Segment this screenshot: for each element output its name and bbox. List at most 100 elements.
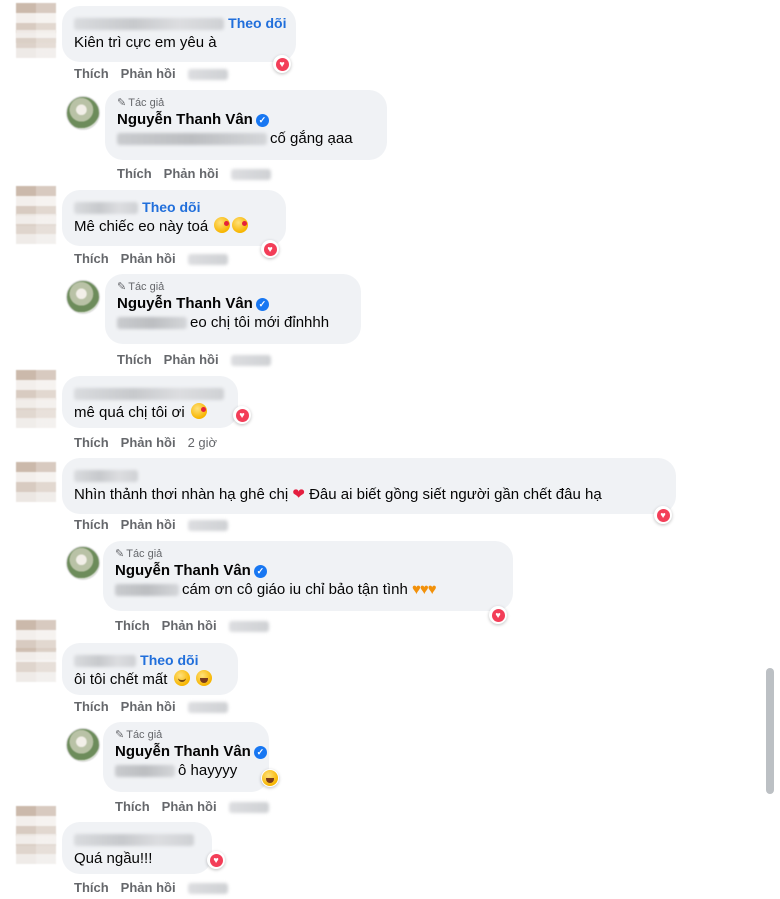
blurred-text xyxy=(117,317,187,330)
comment-actions: Thích Phản hồi xyxy=(74,880,240,895)
comment-bubble: Theo dõi Kiên trì cực em yêu à xyxy=(62,6,296,62)
comment-bubble: Theo dõi Mê chiếc eo này toá xyxy=(62,190,286,246)
avatar[interactable] xyxy=(16,398,56,428)
author-tag: Tác giả xyxy=(126,548,163,560)
orange-heart-emoji-icon: ♥♥♥ xyxy=(411,581,437,598)
avatar[interactable] xyxy=(16,30,56,58)
heart-reaction-icon[interactable]: ♥ xyxy=(233,406,251,424)
reply-button[interactable]: Phản hồi xyxy=(121,251,176,266)
reply-button[interactable]: Phản hồi xyxy=(121,517,176,532)
heart-reaction-icon[interactable]: ♥ xyxy=(273,55,291,73)
avatar[interactable] xyxy=(16,834,56,864)
blurred-name xyxy=(74,834,194,847)
comment-text: Nhìn thảnh thơi nhàn hạ ghê chị xyxy=(74,486,289,503)
pencil-icon: ✎ xyxy=(115,729,125,741)
follow-link[interactable]: Theo dõi xyxy=(142,199,200,215)
timestamp xyxy=(230,169,271,181)
like-button[interactable]: Thích xyxy=(115,799,150,814)
reply-button[interactable]: Phản hồi xyxy=(121,435,176,450)
comment-bubble: mê quá chị tôi ơi xyxy=(62,376,238,428)
follow-link[interactable]: Theo dõi xyxy=(228,15,286,31)
blurred-name xyxy=(74,470,138,483)
reply-button[interactable]: Phản hồi xyxy=(164,166,219,181)
reply-button[interactable]: Phản hồi xyxy=(164,352,219,367)
author-avatar[interactable] xyxy=(66,280,100,314)
verified-badge-icon: ✓ xyxy=(253,746,267,759)
author-name[interactable]: Nguyễn Thanh Vân xyxy=(115,743,251,760)
blurred-name xyxy=(74,388,224,401)
blurred-text xyxy=(117,133,267,146)
comment-actions: Thích Phản hồi xyxy=(115,618,281,633)
blurred-name xyxy=(74,18,224,31)
reply-button[interactable]: Phản hồi xyxy=(121,66,176,81)
comment-text: eo chị tôi mới đỉnhhh xyxy=(190,314,330,331)
verified-badge-icon: ✓ xyxy=(253,565,267,578)
comment-text: mê quá chị tôi ơi xyxy=(74,404,185,421)
laugh-emoji-icon xyxy=(262,770,278,786)
timestamp xyxy=(228,802,269,814)
heart-reaction-icon[interactable]: ♥ xyxy=(489,606,507,624)
like-button[interactable]: Thích xyxy=(74,435,109,450)
kiss-emoji-icon xyxy=(214,217,231,233)
comment-bubble: Theo dõi ôi tôi chết mất xyxy=(62,643,238,695)
reply-button[interactable]: Phản hồi xyxy=(121,699,176,714)
comment-text: Kiên trì cực em yêu à xyxy=(74,34,217,51)
reply-bubble: ✎ Tác giả Nguyễn Thanh Vân ✓ cám ơn cô giá… xyxy=(103,541,513,611)
laugh-emoji-icon xyxy=(195,670,212,686)
like-button[interactable]: Thích xyxy=(74,517,109,532)
timestamp xyxy=(187,883,228,895)
like-button[interactable]: Thích xyxy=(74,66,109,81)
comment-bubble: Quá ngầu!!! xyxy=(62,822,212,874)
reply-bubble: ✎ Tác giả Nguyễn Thanh Vân ✓ cố gắng ạaa xyxy=(105,90,387,160)
author-name[interactable]: Nguyễn Thanh Vân xyxy=(115,562,251,579)
heart-reaction-icon[interactable]: ♥ xyxy=(654,506,672,524)
timestamp xyxy=(187,702,228,714)
reply-bubble: ✎ Tác giả Nguyễn Thanh Vân ✓ ô hayyyy xyxy=(103,722,269,792)
heart-reaction-icon[interactable]: ♥ xyxy=(207,851,225,869)
like-button[interactable]: Thích xyxy=(74,699,109,714)
follow-link[interactable]: Theo dõi xyxy=(140,652,198,668)
timestamp xyxy=(187,254,228,266)
author-avatar[interactable] xyxy=(66,546,100,580)
kiss-emoji-icon xyxy=(190,403,207,419)
author-name[interactable]: Nguyễn Thanh Vân xyxy=(117,295,253,312)
heart-reaction-icon[interactable]: ♥ xyxy=(261,240,279,258)
like-button[interactable]: Thích xyxy=(74,251,109,266)
timestamp xyxy=(230,355,271,367)
avatar[interactable] xyxy=(16,648,56,682)
comment-actions: Thích Phản hồi xyxy=(74,66,240,81)
like-button[interactable]: Thích xyxy=(117,166,152,181)
like-button[interactable]: Thích xyxy=(115,618,150,633)
timestamp xyxy=(187,69,228,81)
laugh-reaction-icon[interactable] xyxy=(261,769,279,787)
author-tag: Tác giả xyxy=(128,281,165,293)
comment-actions: Thích Phản hồi xyxy=(74,251,240,266)
pencil-icon: ✎ xyxy=(115,548,125,560)
comment-actions: Thích Phản hồi 2 giờ xyxy=(74,435,229,450)
comment-actions: Thích Phản hồi xyxy=(74,699,240,714)
like-button[interactable]: Thích xyxy=(74,880,109,895)
author-avatar[interactable] xyxy=(66,728,100,762)
verified-badge-icon: ✓ xyxy=(255,298,269,311)
author-tag: Tác giả xyxy=(128,97,165,109)
timestamp xyxy=(228,621,269,633)
author-name[interactable]: Nguyễn Thanh Vân xyxy=(117,111,253,128)
pencil-icon: ✎ xyxy=(117,281,127,293)
author-avatar[interactable] xyxy=(66,96,100,130)
scrollbar[interactable] xyxy=(766,668,774,794)
reply-button[interactable]: Phản hồi xyxy=(162,799,217,814)
avatar[interactable] xyxy=(16,214,56,244)
reply-bubble: ✎ Tác giả Nguyễn Thanh Vân ✓ eo chị tôi mớ… xyxy=(105,274,361,344)
reply-button[interactable]: Phản hồi xyxy=(162,618,217,633)
comment-text: cố gắng ạaa xyxy=(270,130,353,147)
comment-actions: Thích Phản hồi xyxy=(117,352,283,367)
avatar[interactable] xyxy=(16,462,56,502)
author-tag: Tác giả xyxy=(126,729,163,741)
reply-button[interactable]: Phản hồi xyxy=(121,880,176,895)
blurred-text xyxy=(115,584,179,597)
comment-actions: Thích Phản hồi xyxy=(117,166,283,181)
comment-text: ôi tôi chết mất xyxy=(74,671,168,688)
blurred-name xyxy=(74,655,136,668)
comment-text: ô hayyyy xyxy=(178,762,238,779)
like-button[interactable]: Thích xyxy=(117,352,152,367)
